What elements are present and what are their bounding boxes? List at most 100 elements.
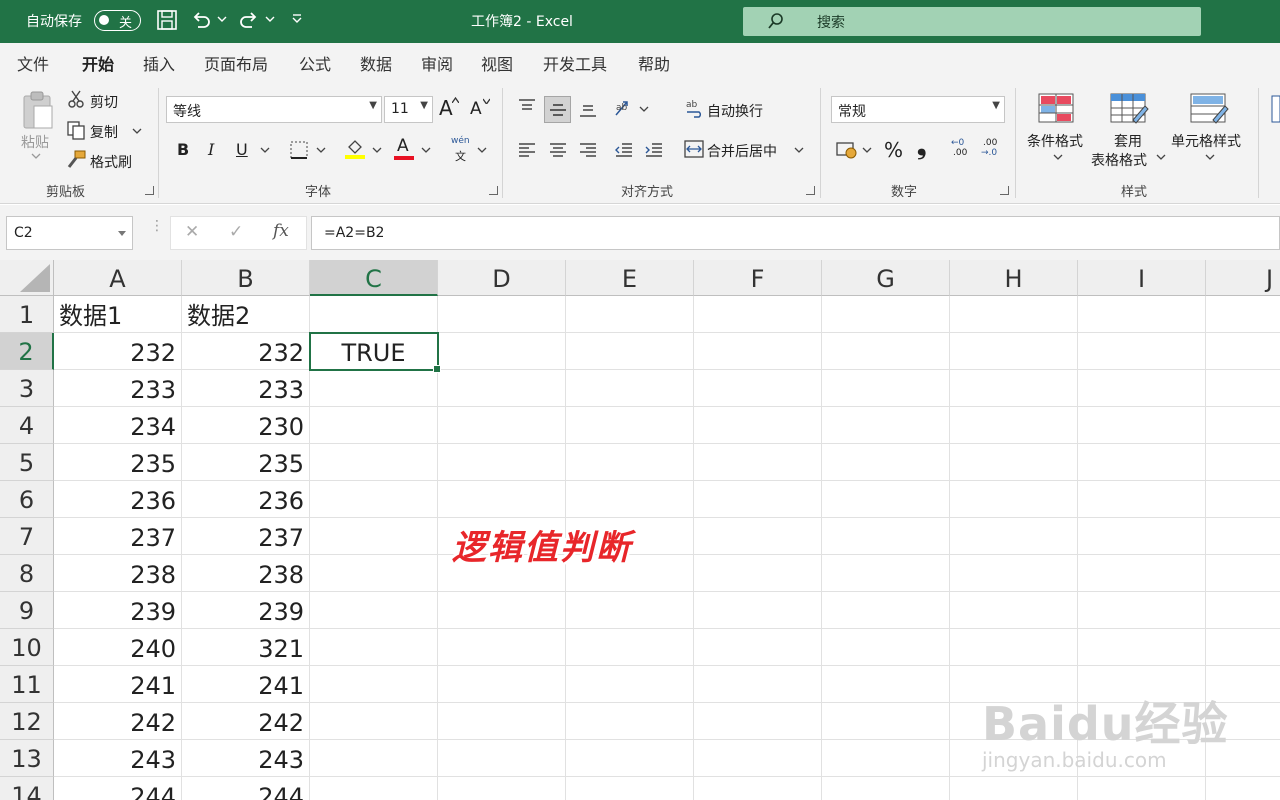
cell-g10[interactable]: [822, 629, 950, 666]
bold-button[interactable]: B: [177, 140, 189, 159]
cell-e10[interactable]: [566, 629, 694, 666]
cell-g11[interactable]: [822, 666, 950, 703]
cell-h8[interactable]: [950, 555, 1078, 592]
cell-f14[interactable]: [694, 777, 822, 800]
cell-e5[interactable]: [566, 444, 694, 481]
cell-a7[interactable]: 237: [54, 518, 182, 555]
cell-h2[interactable]: [950, 333, 1078, 370]
name-box[interactable]: C2: [6, 216, 133, 250]
orientation-icon[interactable]: ab: [613, 98, 635, 118]
cell-b13[interactable]: 243: [182, 740, 310, 777]
clipboard-launcher[interactable]: [145, 186, 154, 195]
wrap-text-icon[interactable]: ab: [685, 98, 705, 118]
tab-formulas[interactable]: 公式: [299, 51, 331, 75]
cell-f1[interactable]: [694, 296, 822, 333]
paste-dropdown-icon[interactable]: [31, 153, 41, 160]
cell-h4[interactable]: [950, 407, 1078, 444]
cell-i14[interactable]: [1078, 777, 1206, 800]
cell-e1[interactable]: [566, 296, 694, 333]
cell-g5[interactable]: [822, 444, 950, 481]
autosave-toggle[interactable]: 关: [94, 10, 141, 31]
cell-a11[interactable]: 241: [54, 666, 182, 703]
cell-b14[interactable]: 244: [182, 777, 310, 800]
format-as-table-icon[interactable]: [1109, 92, 1149, 126]
align-middle-button[interactable]: [544, 96, 571, 123]
cell-e4[interactable]: [566, 407, 694, 444]
cell-e2[interactable]: [566, 333, 694, 370]
cell-g3[interactable]: [822, 370, 950, 407]
grow-font-button[interactable]: A: [439, 96, 453, 120]
cell-h3[interactable]: [950, 370, 1078, 407]
fill-color-dropdown-icon[interactable]: [372, 147, 382, 154]
cell-h10[interactable]: [950, 629, 1078, 666]
cell-a5[interactable]: 235: [54, 444, 182, 481]
cell-a4[interactable]: 234: [54, 407, 182, 444]
cell-i3[interactable]: [1078, 370, 1206, 407]
column-header-a[interactable]: A: [54, 260, 182, 296]
row-header-1[interactable]: 1: [0, 296, 54, 333]
cell-b4[interactable]: 230: [182, 407, 310, 444]
formula-bar-grip[interactable]: ⋮: [150, 219, 164, 233]
cell-d6[interactable]: [438, 481, 566, 518]
cell-f11[interactable]: [694, 666, 822, 703]
wrap-text-button[interactable]: 自动换行: [707, 101, 763, 121]
tab-view[interactable]: 视图: [481, 51, 513, 75]
cell-d10[interactable]: [438, 629, 566, 666]
cell-j8[interactable]: [1206, 555, 1280, 592]
column-header-h[interactable]: H: [950, 260, 1078, 296]
row-header-14[interactable]: 14: [0, 777, 54, 800]
cell-c6[interactable]: [310, 481, 438, 518]
cell-i2[interactable]: [1078, 333, 1206, 370]
row-header-9[interactable]: 9: [0, 592, 54, 629]
cell-e3[interactable]: [566, 370, 694, 407]
font-color-dropdown-icon[interactable]: [421, 147, 431, 154]
tab-insert[interactable]: 插入: [143, 51, 175, 75]
comma-style-button[interactable]: ❟: [917, 132, 926, 160]
font-launcher[interactable]: [489, 186, 498, 195]
cell-h9[interactable]: [950, 592, 1078, 629]
paste-icon[interactable]: [20, 90, 56, 130]
row-header-7[interactable]: 7: [0, 518, 54, 555]
cell-a14[interactable]: 244: [54, 777, 182, 800]
cell-b1[interactable]: 数据2: [182, 296, 310, 333]
redo-dropdown-icon[interactable]: [265, 15, 275, 23]
cell-a6[interactable]: 236: [54, 481, 182, 518]
cell-d1[interactable]: [438, 296, 566, 333]
borders-icon[interactable]: [289, 140, 309, 160]
cell-d11[interactable]: [438, 666, 566, 703]
cell-a1[interactable]: 数据1: [54, 296, 182, 333]
column-header-b[interactable]: B: [182, 260, 310, 296]
cell-d14[interactable]: [438, 777, 566, 800]
cell-j2[interactable]: [1206, 333, 1280, 370]
cell-styles-icon[interactable]: [1189, 92, 1229, 126]
cell-e11[interactable]: [566, 666, 694, 703]
format-painter-button[interactable]: 格式刷: [90, 152, 132, 172]
tab-file[interactable]: 文件: [17, 51, 49, 75]
align-right-icon[interactable]: [578, 142, 598, 158]
cell-d5[interactable]: [438, 444, 566, 481]
cell-h5[interactable]: [950, 444, 1078, 481]
cell-a3[interactable]: 233: [54, 370, 182, 407]
number-format-select[interactable]: 常规 ▼: [831, 96, 1005, 123]
cell-f13[interactable]: [694, 740, 822, 777]
tab-data[interactable]: 数据: [360, 51, 392, 75]
cell-f6[interactable]: [694, 481, 822, 518]
paste-button[interactable]: 粘贴: [21, 132, 49, 152]
cell-d3[interactable]: [438, 370, 566, 407]
column-header-e[interactable]: E: [566, 260, 694, 296]
merge-center-button[interactable]: 合并后居中: [707, 141, 777, 161]
cell-g12[interactable]: [822, 703, 950, 740]
fill-color-icon[interactable]: [344, 138, 366, 160]
italic-button[interactable]: I: [208, 140, 214, 159]
tab-home[interactable]: 开始: [82, 51, 115, 84]
orientation-dropdown-icon[interactable]: [639, 106, 649, 113]
cell-g1[interactable]: [822, 296, 950, 333]
cell-b2[interactable]: 232: [182, 333, 310, 370]
cell-e13[interactable]: [566, 740, 694, 777]
cell-styles-button[interactable]: 单元格样式: [1171, 131, 1241, 151]
accounting-dropdown-icon[interactable]: [862, 147, 872, 154]
accounting-format-icon[interactable]: [835, 140, 859, 160]
font-size-select[interactable]: 11 ▼: [384, 96, 433, 123]
cell-e9[interactable]: [566, 592, 694, 629]
cell-j1[interactable]: [1206, 296, 1280, 333]
